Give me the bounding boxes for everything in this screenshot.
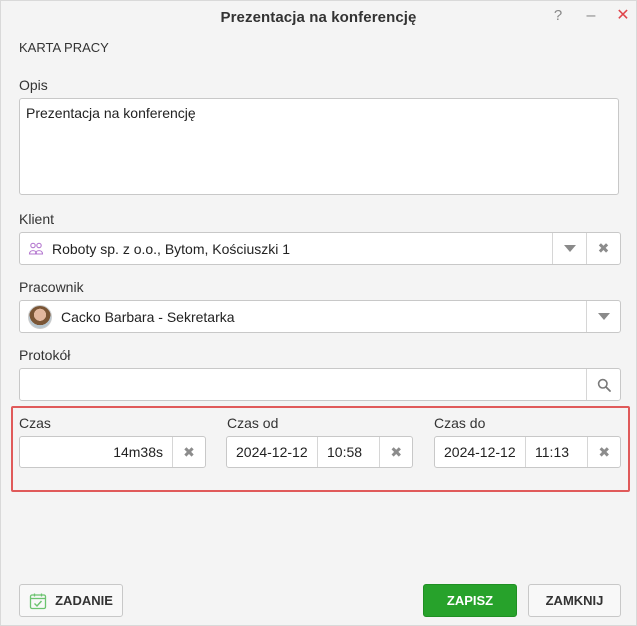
- zapisz-button[interactable]: ZAPISZ: [423, 584, 517, 617]
- pracownik-select[interactable]: Cacko Barbara - Sekretarka: [19, 300, 621, 333]
- clear-icon: ✖: [597, 240, 610, 256]
- czas-label: Czas: [19, 415, 51, 431]
- pracownik-label: Pracownik: [19, 279, 84, 295]
- calendar-check-icon: [29, 593, 47, 609]
- zadanie-label: ZADANIE: [55, 593, 113, 608]
- protokol-search-button[interactable]: [586, 369, 620, 400]
- klient-label: Klient: [19, 211, 55, 227]
- czas-od-label: Czas od: [227, 415, 279, 431]
- opis-value: Prezentacja na konferencję: [26, 105, 196, 121]
- opis-textarea[interactable]: Prezentacja na konferencję: [19, 98, 619, 195]
- chevron-down-icon: [563, 245, 576, 252]
- czas-do-time[interactable]: 11:13: [526, 437, 587, 467]
- zamknij-button[interactable]: ZAMKNIJ: [528, 584, 621, 617]
- pracownik-dropdown-button[interactable]: [586, 301, 620, 332]
- czas-value[interactable]: 14m38s: [20, 437, 172, 467]
- protokol-select[interactable]: [19, 368, 621, 401]
- pracownik-select-text: Cacko Barbara - Sekretarka: [20, 304, 586, 329]
- klient-select-text: Roboty sp. z o.o., Bytom, Kościuszki 1: [20, 241, 552, 257]
- protokol-label: Protokół: [19, 347, 71, 363]
- client-icon: [28, 242, 44, 255]
- opis-label: Opis: [19, 77, 48, 93]
- clear-icon: ✖: [598, 443, 611, 460]
- klient-dropdown-button[interactable]: [552, 233, 586, 264]
- czas-clear-button[interactable]: ✖: [172, 437, 205, 467]
- dialog-title: Prezentacja na konferencję: [220, 9, 417, 26]
- chevron-down-icon: [597, 313, 610, 320]
- czas-do-date[interactable]: 2024-12-12: [435, 437, 527, 467]
- close-icon[interactable]: ✕: [614, 5, 632, 27]
- section-title: KARTA PRACY: [19, 40, 109, 55]
- clear-icon: ✖: [183, 443, 195, 460]
- czas-field[interactable]: 14m38s ✖: [19, 436, 206, 468]
- czas-do-field[interactable]: 2024-12-12 11:13 ✖: [434, 436, 621, 468]
- klient-clear-button[interactable]: ✖: [586, 233, 620, 264]
- czas-do-clear-button[interactable]: ✖: [587, 437, 620, 467]
- czas-od-field[interactable]: 2024-12-12 10:58 ✖: [226, 436, 413, 468]
- clear-icon: ✖: [390, 443, 403, 460]
- klient-value: Roboty sp. z o.o., Bytom, Kościuszki 1: [52, 240, 291, 257]
- czas-od-time[interactable]: 10:58: [318, 437, 379, 467]
- search-icon: [597, 378, 611, 392]
- czas-do-label: Czas do: [434, 415, 486, 431]
- work-card-dialog: Prezentacja na konferencję ? – ✕ KARTA P…: [0, 0, 637, 626]
- czas-od-clear-button[interactable]: ✖: [379, 437, 412, 467]
- pracownik-value: Cacko Barbara - Sekretarka: [61, 308, 235, 325]
- avatar: [28, 304, 52, 329]
- klient-select[interactable]: Roboty sp. z o.o., Bytom, Kościuszki 1 ✖: [19, 232, 621, 265]
- zadanie-button[interactable]: ZADANIE: [19, 584, 123, 617]
- help-icon[interactable]: ?: [549, 5, 567, 27]
- minimize-icon[interactable]: –: [582, 5, 600, 27]
- czas-od-date[interactable]: 2024-12-12: [227, 437, 319, 467]
